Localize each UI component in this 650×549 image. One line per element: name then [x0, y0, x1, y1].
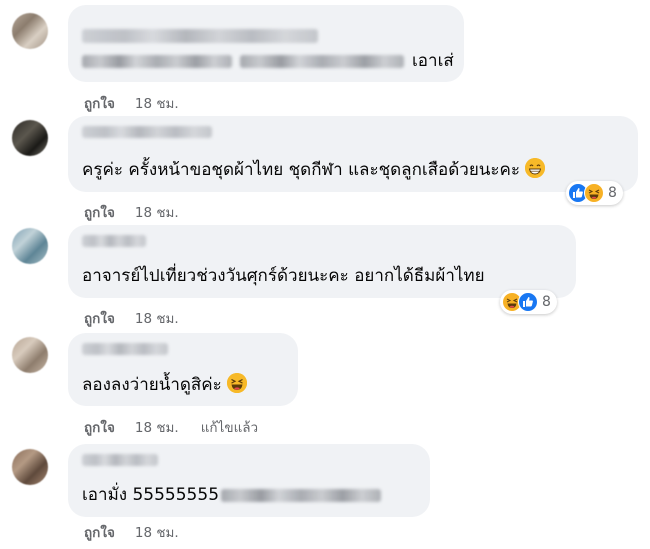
- like-link[interactable]: ถูกใจ: [84, 311, 115, 327]
- comment-actions: ถูกใจ 18 ชม.: [84, 201, 201, 223]
- comment-actions: ถูกใจ 18 ชม.: [84, 92, 201, 114]
- avatar[interactable]: [12, 120, 48, 156]
- timestamp[interactable]: 18 ชม.: [135, 205, 179, 221]
- comment-text-line: เอาเส่: [82, 50, 454, 72]
- like-link[interactable]: ถูกใจ: [84, 96, 115, 112]
- comment-text: ครูค่ะ ครั้งหน้าขอชุดผ้าไทย ชุดกีฬา และช…: [82, 160, 521, 180]
- timestamp[interactable]: 18 ชม.: [135, 420, 179, 436]
- commenter-name[interactable]: [82, 29, 318, 43]
- like-link[interactable]: ถูกใจ: [84, 420, 115, 436]
- reaction-count: 8: [608, 185, 617, 201]
- avatar[interactable]: [12, 13, 48, 49]
- comment-text-line: ครูค่ะ ครั้งหน้าขอชุดผ้าไทย ชุดกีฬา และช…: [82, 158, 546, 181]
- avatar[interactable]: [12, 337, 48, 373]
- comment-text-line: ลองลงว่ายน้ำดูสิค่ะ: [82, 373, 248, 396]
- like-icon: [518, 292, 538, 312]
- comment-bubble: อาจารย์ไปเที่ยวช่วงวันศุกร์ด้วยนะคะ อยาก…: [68, 225, 576, 298]
- comment-thread: เอาเส่ ถูกใจ 18 ชม. ครูค่ะ ครั้งหน้าขอชุด…: [0, 0, 650, 549]
- laughing-emoji: [227, 373, 248, 393]
- comment-text: เอาเส่: [412, 51, 454, 71]
- comment-bubble: เอามั่ง 55555555: [68, 444, 430, 517]
- like-link[interactable]: ถูกใจ: [84, 205, 115, 221]
- comment-bubble: เอาเส่: [68, 5, 464, 82]
- avatar[interactable]: [12, 228, 48, 264]
- reaction-summary[interactable]: 8: [566, 181, 623, 205]
- comment-text-line: อาจารย์ไปเที่ยวช่วงวันศุกร์ด้วยนะคะ อยาก…: [82, 265, 485, 287]
- like-link[interactable]: ถูกใจ: [84, 525, 115, 541]
- comment-actions: ถูกใจ 18 ชม.: [84, 521, 201, 543]
- grin-emoji: [525, 158, 546, 178]
- reaction-count: 8: [542, 294, 551, 310]
- commenter-name[interactable]: [82, 454, 158, 466]
- comment-bubble: ลองลงว่ายน้ำดูสิค่ะ: [68, 333, 298, 406]
- comment-actions: ถูกใจ 18 ชม.: [84, 307, 201, 329]
- timestamp[interactable]: 18 ชม.: [135, 311, 179, 327]
- comment-text: ลองลงว่ายน้ำดูสิค่ะ: [82, 375, 222, 395]
- comment-text: เอามั่ง 55555555: [82, 485, 220, 505]
- comment-actions: ถูกใจ 18 ชม. แก้ไขแล้ว: [84, 416, 258, 438]
- comment-text-line: เอามั่ง 55555555: [82, 484, 382, 506]
- edited-label[interactable]: แก้ไขแล้ว: [201, 420, 258, 436]
- commenter-name[interactable]: [82, 343, 168, 355]
- blurred-mention: [221, 488, 382, 502]
- timestamp[interactable]: 18 ชม.: [135, 525, 179, 541]
- avatar[interactable]: [12, 449, 48, 485]
- timestamp[interactable]: 18 ชม.: [135, 96, 179, 112]
- commenter-name[interactable]: [82, 126, 212, 138]
- comment-text: อาจารย์ไปเที่ยวช่วงวันศุกร์ด้วยนะคะ อยาก…: [82, 266, 485, 286]
- commenter-name[interactable]: [82, 235, 146, 247]
- haha-icon: [584, 183, 604, 203]
- reaction-summary[interactable]: 8: [500, 290, 557, 314]
- blurred-text: [240, 54, 404, 68]
- comment-bubble: ครูค่ะ ครั้งหน้าขอชุดผ้าไทย ชุดกีฬา และช…: [68, 116, 638, 192]
- blurred-mention: [82, 54, 232, 68]
